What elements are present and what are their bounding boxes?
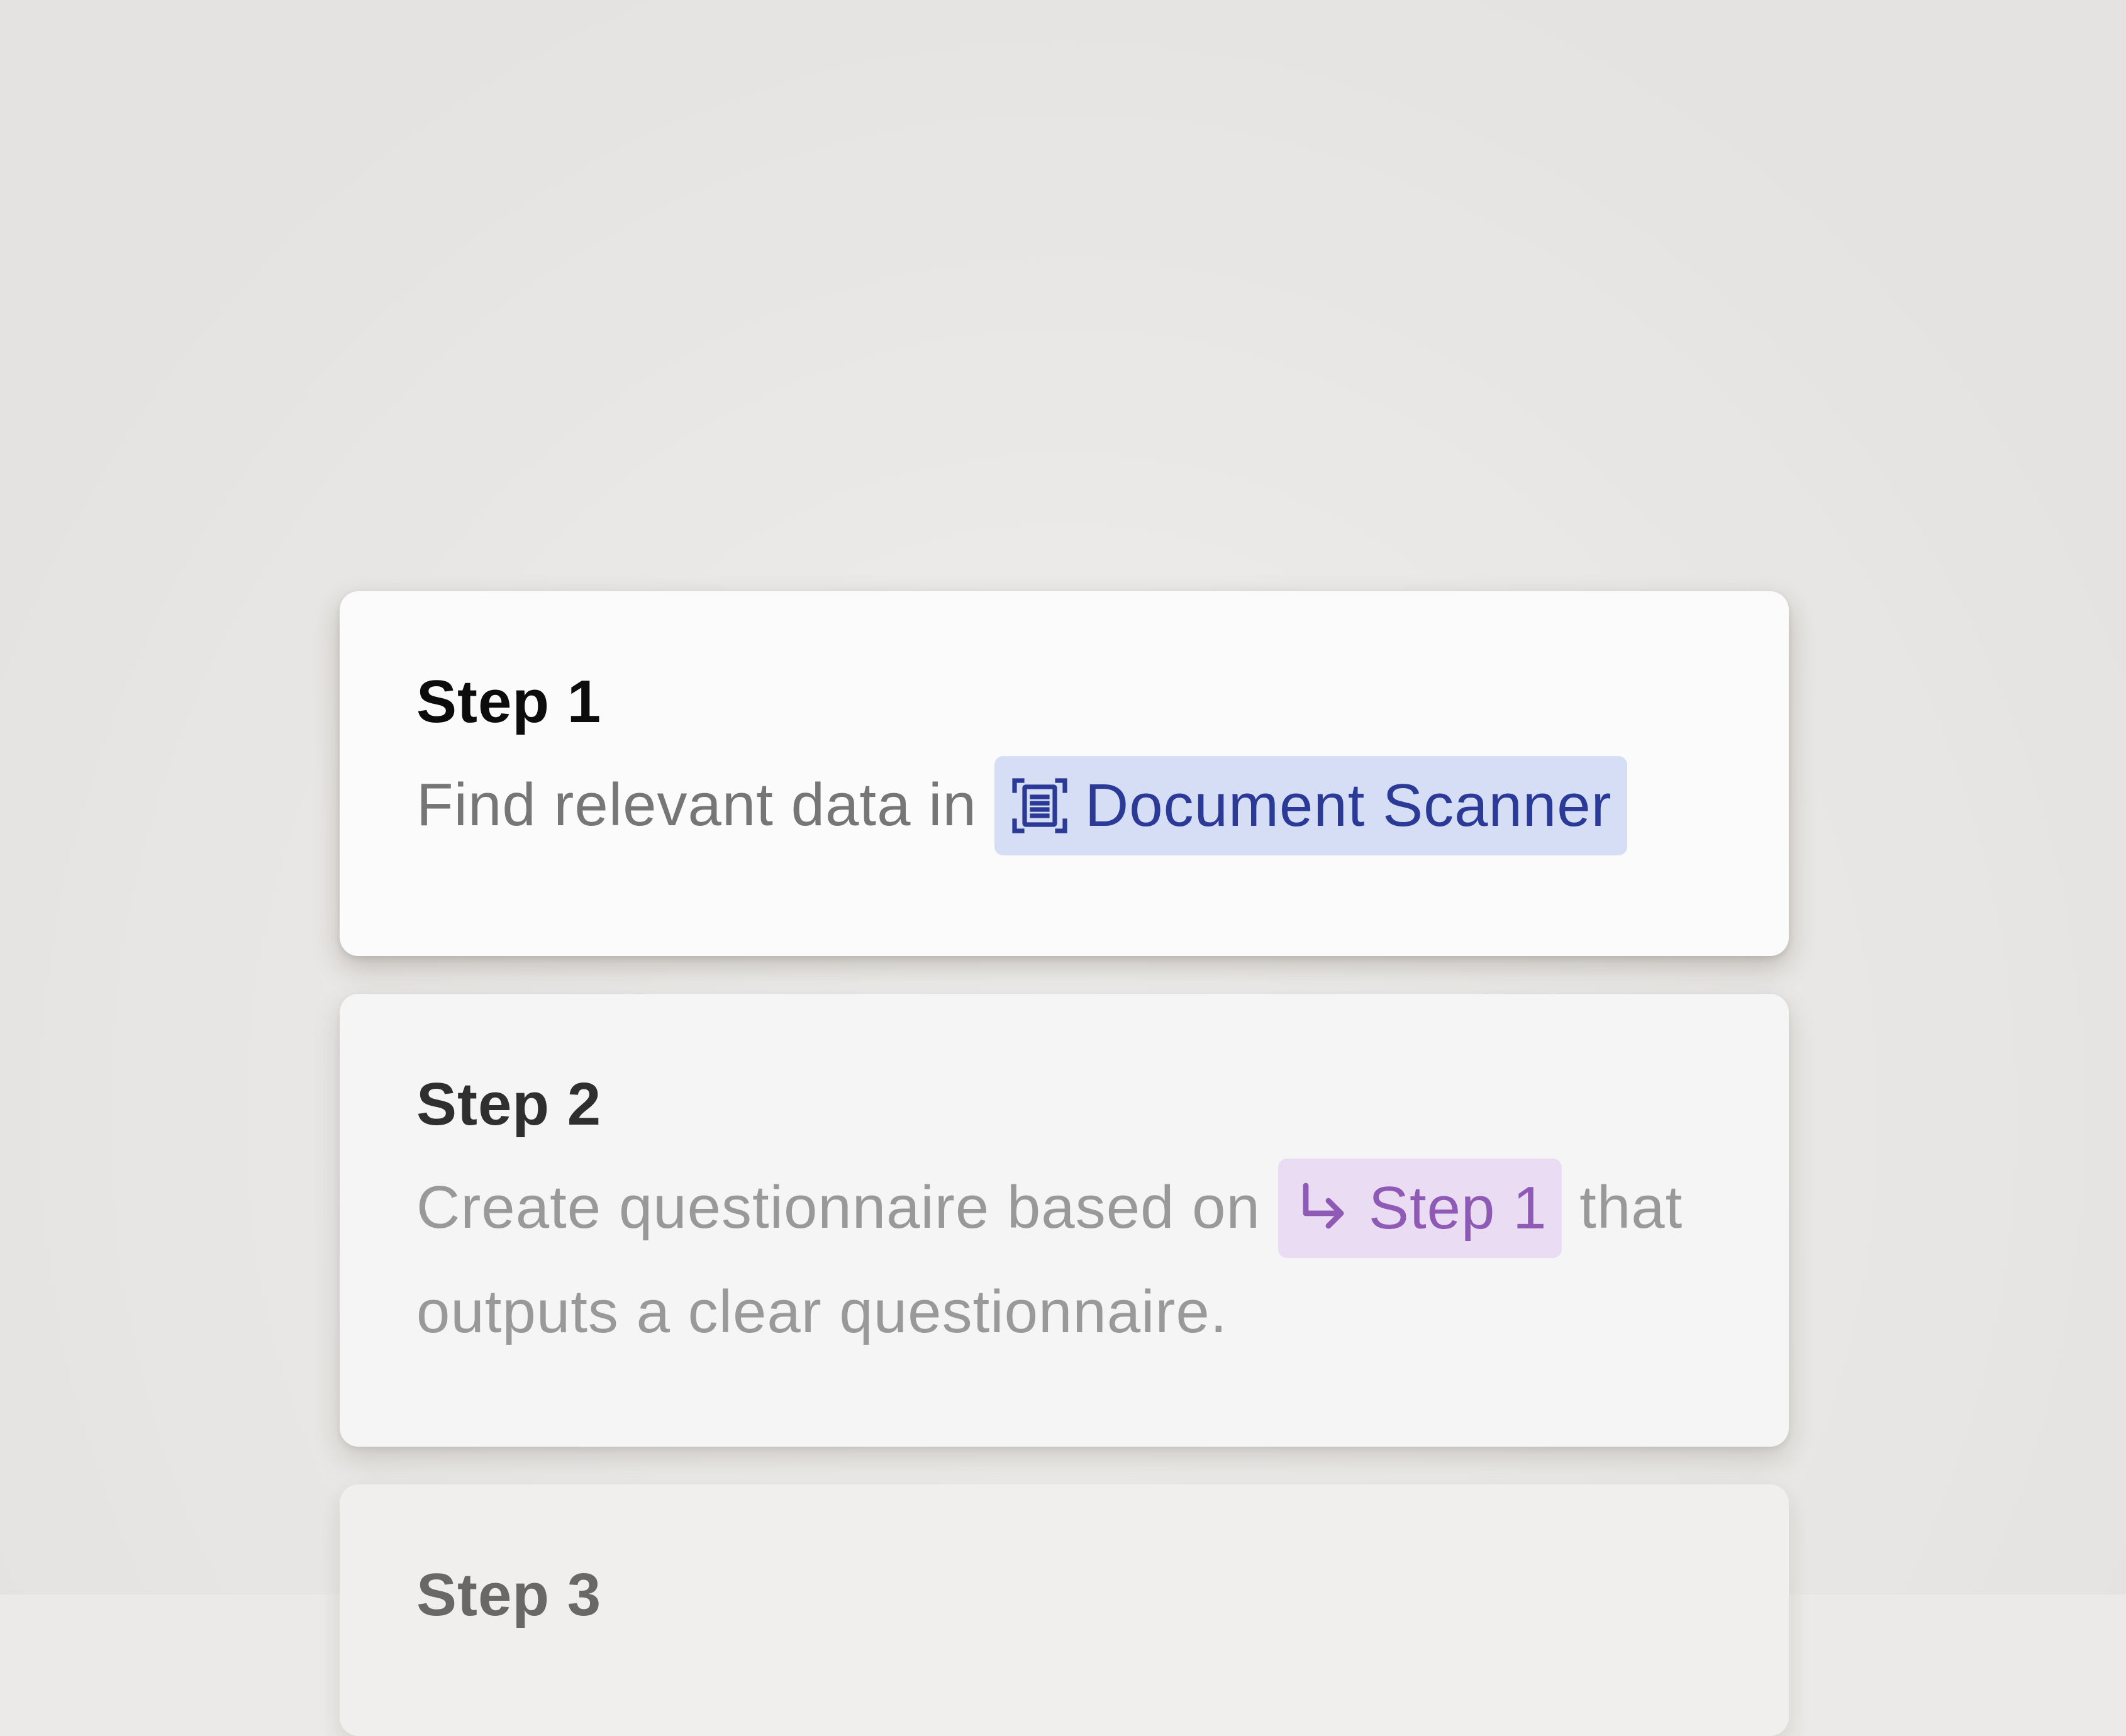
document-scanner-icon — [1010, 776, 1070, 836]
step-title: Step 2 — [416, 1071, 602, 1138]
step-reference-chip[interactable]: Step 1 — [1277, 1158, 1562, 1258]
document-scanner-chip[interactable]: Document Scanner — [994, 755, 1627, 855]
step-title: Step 3 — [416, 1561, 602, 1628]
step-card-2[interactable]: Step 2 Create questionnaire based on Step… — [340, 994, 1789, 1447]
step-card-1[interactable]: Step 1 Find relevant data in Document Sca… — [340, 591, 1789, 956]
step-text: Find relevant data in — [416, 771, 977, 838]
step-title: Step 1 — [416, 668, 602, 735]
step-description: Create questionnaire based on Step 1 that… — [416, 1157, 1739, 1362]
return-arrow-icon — [1293, 1178, 1354, 1238]
step-card-3[interactable]: Step 3 — [340, 1484, 1789, 1736]
step-text: Create questionnaire based on — [416, 1174, 1261, 1241]
step-description: Find relevant data in Document Scanner — [416, 755, 1739, 859]
chip-label: Document Scanner — [1084, 771, 1612, 839]
chip-label: Step 1 — [1368, 1174, 1547, 1242]
